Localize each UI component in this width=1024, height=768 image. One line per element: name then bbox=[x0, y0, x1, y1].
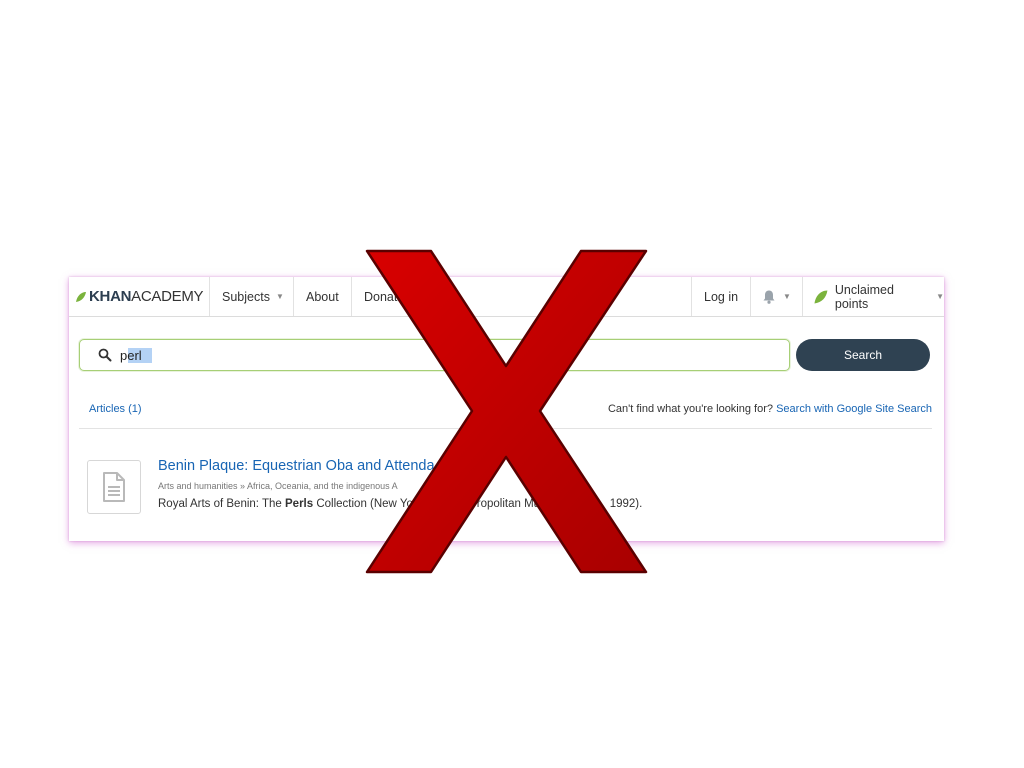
nav-divider bbox=[802, 277, 803, 316]
article-thumbnail[interactable] bbox=[87, 460, 141, 514]
big-red-x-icon bbox=[365, 249, 648, 574]
nav-divider bbox=[691, 277, 692, 316]
leaf-icon bbox=[814, 290, 828, 303]
snippet-text: Royal Arts of Benin: The bbox=[158, 498, 285, 510]
bell-icon bbox=[763, 290, 775, 304]
unclaimed-points-label: Unclaimed points bbox=[834, 282, 894, 311]
login-label: Log in bbox=[704, 289, 739, 304]
khan-academy-logo[interactable]: KHAN ACADEMY bbox=[75, 277, 204, 316]
snippet-match: Perls bbox=[285, 498, 314, 510]
nav-divider bbox=[351, 277, 352, 316]
about-label: About bbox=[306, 289, 339, 304]
nav-divider bbox=[209, 277, 210, 316]
chevron-down-icon: ▼ bbox=[275, 292, 284, 301]
subjects-menu[interactable]: Subjects ▼ bbox=[222, 277, 284, 316]
subjects-label: Subjects bbox=[222, 289, 270, 304]
chevron-down-icon: ▼ bbox=[936, 292, 944, 301]
logo-bold-text: KHAN bbox=[89, 288, 132, 305]
articles-filter-tab[interactable]: Articles (1) bbox=[89, 403, 142, 415]
nav-divider bbox=[750, 277, 751, 316]
unclaimed-points-menu[interactable]: Unclaimed points ▼ bbox=[813, 277, 944, 316]
search-button[interactable]: Search bbox=[796, 339, 930, 371]
nav-divider bbox=[293, 277, 294, 316]
notifications-menu[interactable]: ▼ bbox=[761, 277, 791, 316]
chevron-down-icon: ▼ bbox=[783, 292, 791, 301]
search-icon bbox=[98, 348, 112, 362]
login-link[interactable]: Log in bbox=[704, 277, 738, 316]
document-icon bbox=[103, 472, 125, 502]
leaf-icon bbox=[76, 291, 86, 302]
google-site-search-link[interactable]: Search with Google Site Search bbox=[776, 403, 932, 415]
about-link[interactable]: About bbox=[306, 277, 339, 316]
logo-light-text: ACADEMY bbox=[131, 288, 204, 305]
cant-find-prompt: Can't find what you're looking for? Sear… bbox=[608, 403, 932, 415]
result-breadcrumb: Arts and humanities » Africa, Oceania, a… bbox=[158, 481, 398, 491]
